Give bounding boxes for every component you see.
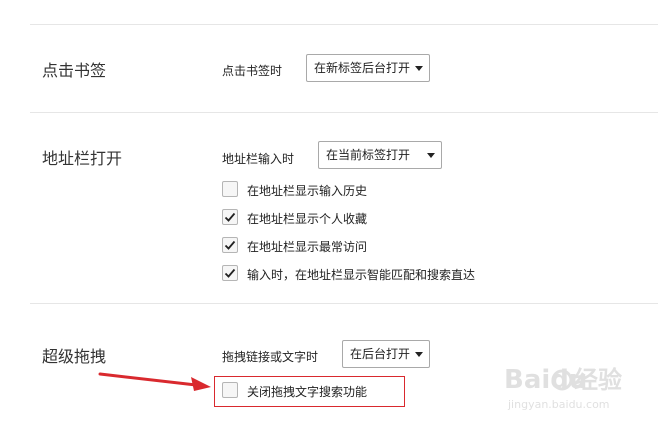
baidu-watermark: Baidu 经验 jingyan.baidu.com: [504, 358, 654, 421]
option-show-most-visited-label: 在地址栏显示最常访问: [247, 240, 368, 254]
bookmark-click-label: 点击书签时: [222, 64, 283, 78]
top-divider: [30, 24, 658, 25]
option-show-input-history-label: 在地址栏显示输入历史: [247, 184, 368, 198]
bookmark-section-title: 点击书签: [42, 63, 107, 80]
option-show-favorites-label: 在地址栏显示个人收藏: [247, 212, 368, 226]
chevron-down-icon: [415, 66, 423, 71]
superdrag-open-select[interactable]: 在后台打开: [342, 340, 430, 368]
bookmark-open-select[interactable]: 在新标签后台打开: [306, 54, 430, 82]
watermark-suffix: 经验: [574, 366, 622, 394]
bookmark-open-select-value: 在新标签后台打开: [314, 61, 411, 75]
checkbox-show-input-history[interactable]: [222, 181, 238, 197]
section-divider-2: [30, 303, 658, 304]
annotation-arrow-icon: [98, 372, 211, 391]
chevron-down-icon: [415, 352, 423, 357]
section-divider-1: [30, 112, 658, 113]
superdrag-open-select-value: 在后台打开: [350, 347, 411, 361]
checkmark-icon: [224, 240, 236, 250]
checkmark-icon: [224, 212, 236, 222]
option-smart-match-label: 输入时，在地址栏显示智能匹配和搜索直达: [247, 268, 476, 282]
watermark-url: jingyan.baidu.com: [507, 398, 610, 411]
superdrag-label: 拖拽链接或文字时: [222, 350, 319, 364]
addressbar-open-select[interactable]: 在当前标签打开: [318, 141, 442, 169]
checkbox-smart-match[interactable]: [222, 265, 238, 281]
addressbar-input-label: 地址栏输入时: [222, 152, 295, 166]
checkbox-show-most-visited[interactable]: [222, 237, 238, 253]
addressbar-open-select-value: 在当前标签打开: [326, 148, 411, 162]
addressbar-section-title: 地址栏打开: [42, 151, 123, 168]
checkmark-icon: [224, 268, 236, 278]
chevron-down-icon: [427, 153, 435, 158]
baidu-paw-logo-icon: Baidu 经验 jingyan.baidu.com: [504, 365, 622, 411]
superdrag-section-title: 超级拖拽: [42, 349, 107, 366]
checkbox-show-favorites[interactable]: [222, 209, 238, 225]
annotation-highlight-box: [214, 376, 405, 407]
